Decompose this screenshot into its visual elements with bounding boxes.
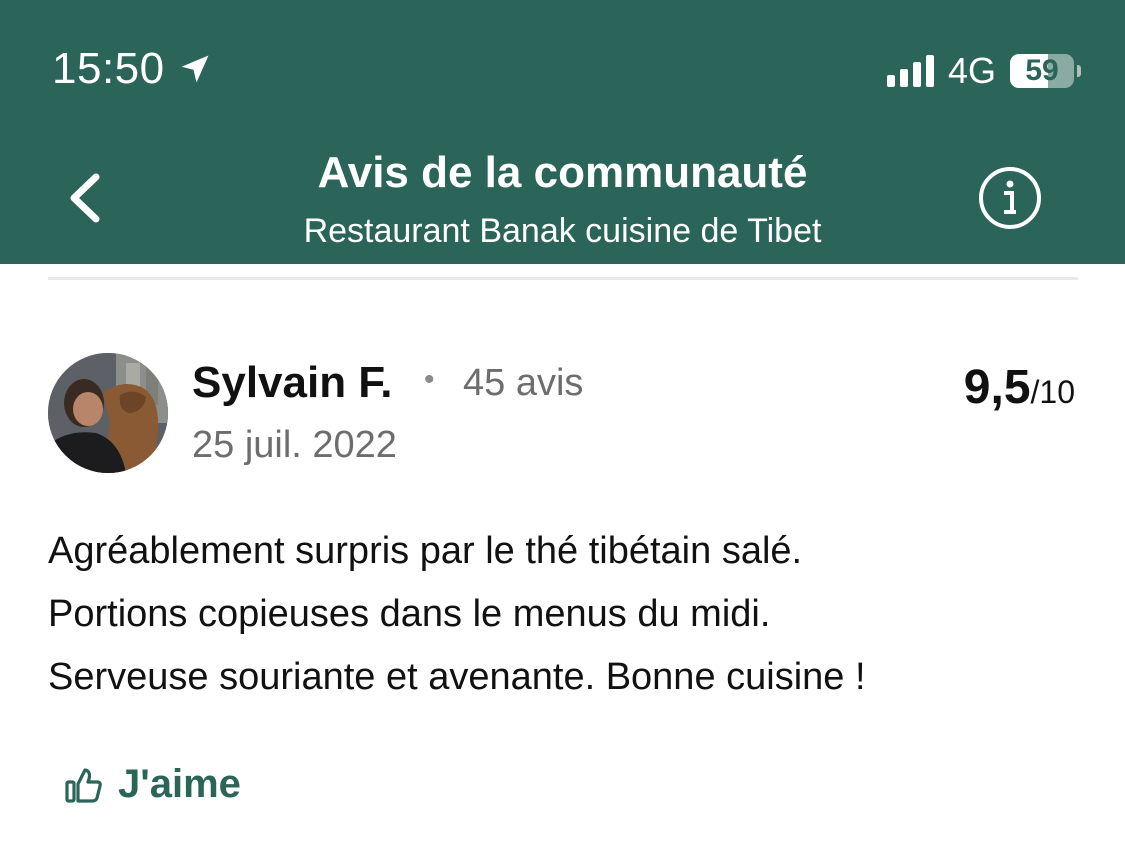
like-button[interactable]: J'aime bbox=[64, 762, 241, 807]
location-arrow-icon bbox=[181, 55, 209, 83]
rating-value: 9,5 bbox=[963, 361, 1031, 414]
page-title: Avis de la communauté bbox=[317, 148, 808, 197]
status-indicators: 4G 59 bbox=[886, 50, 1081, 92]
info-button[interactable] bbox=[978, 166, 1042, 230]
page-subtitle: Restaurant Banak cuisine de Tibet bbox=[303, 212, 822, 250]
status-time: 15:50 bbox=[52, 44, 213, 94]
status-time-text: 15:50 bbox=[52, 44, 165, 93]
review-count: 45 avis bbox=[463, 362, 584, 404]
rating-max: /10 bbox=[1030, 374, 1075, 410]
review-line: Portions copieuses dans le menus du midi… bbox=[48, 593, 771, 635]
review-line: Serveuse souriante et avenante. Bonne cu… bbox=[48, 656, 866, 698]
author-name[interactable]: Sylvain F. bbox=[192, 358, 393, 408]
avatar-photo bbox=[48, 353, 168, 473]
battery-level: 59 bbox=[1025, 54, 1059, 87]
avatar[interactable] bbox=[48, 353, 168, 473]
review-line: Agréablement surpris par le thé tibétain… bbox=[48, 530, 803, 572]
separator-dot: • bbox=[424, 363, 435, 396]
thumbs-up-icon bbox=[65, 767, 102, 803]
review-text: Agréablement surpris par le thé tibétain… bbox=[48, 520, 1088, 709]
header-bar: 15:50 4G 59 Avis de la communauté Restau… bbox=[0, 0, 1125, 264]
signal-icon bbox=[886, 55, 934, 87]
divider bbox=[48, 277, 1078, 280]
battery-icon: 59 bbox=[1010, 54, 1081, 88]
like-label: J'aime bbox=[118, 762, 241, 806]
review-date: 25 juil. 2022 bbox=[192, 424, 397, 466]
network-type: 4G bbox=[947, 50, 996, 91]
rating: 9,5/10 bbox=[964, 360, 1075, 415]
